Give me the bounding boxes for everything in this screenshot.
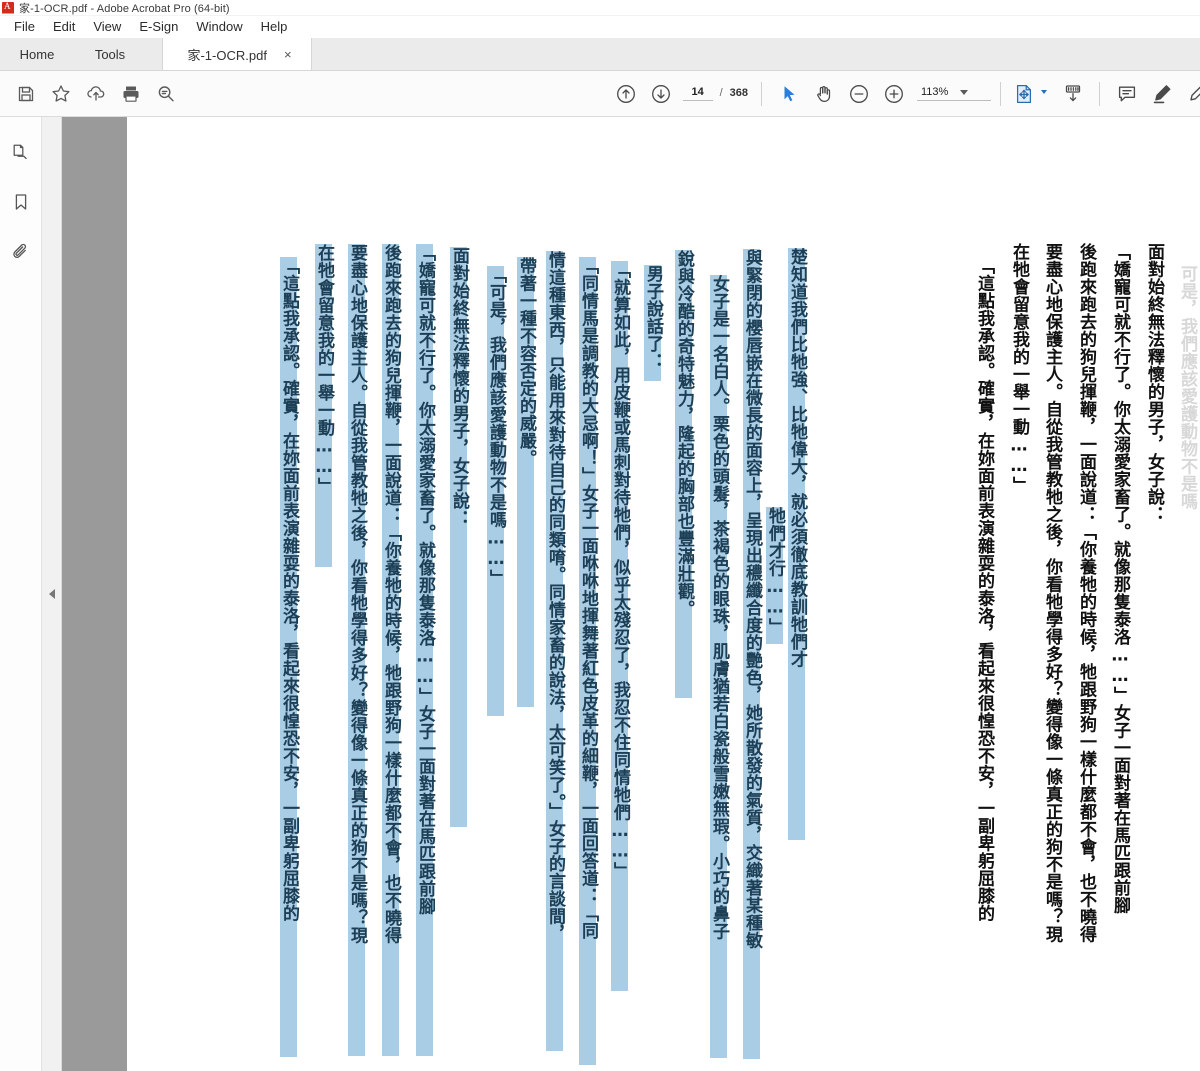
menu-window[interactable]: Window [187,18,251,35]
menu-help[interactable]: Help [252,18,297,35]
document-gray-margin [62,117,127,1071]
scanned-page-column: 「這點我承認。確實，在妳面前表演雜耍的泰洛，看起來很惶恐不安，一副卑躬屈膝的 [974,257,994,922]
ocr-text-column[interactable]: 在牠會留意我的一舉一動……」 [314,244,334,567]
ocr-text-column[interactable]: 後跑來跑去的狗兒揮鞭，一面說道：「你養牠的時候，牠跟野狗一樣什麼都不會，也不曉得 [381,244,401,1056]
search-button[interactable] [148,77,183,111]
tab-strip: Home Tools 家-1-OCR.pdf × [0,38,1200,71]
close-icon[interactable]: × [281,46,295,63]
sidebar-collapse-handle[interactable] [42,117,62,1071]
fit-page-button[interactable] [1010,77,1038,111]
save-button[interactable] [8,77,43,111]
page-current-input[interactable]: 14 [682,86,713,101]
cloud-upload-button[interactable] [78,77,113,111]
scanned-page-column: 後跑來跑去的狗兒揮鞭，一面說道：「你養牠的時候，牠跟野狗一樣什麼都不會，也不曉得 [1076,243,1096,943]
ocr-text-column[interactable]: 「就算如此，用皮鞭或馬刺對待牠們，似乎太殘忍了，我忍不住同情牠們……」 [610,261,630,991]
menu-file[interactable]: File [5,18,44,35]
print-button[interactable] [113,77,148,111]
previous-page-button[interactable] [609,77,644,111]
ocr-text-column[interactable]: 楚知道我們比牠強、比牠偉大，就必須徹底教訓牠們才 [787,248,807,840]
tab-home[interactable]: Home [0,38,74,70]
window-title: 家-1-OCR.pdf - Adobe Acrobat Pro (64-bit) [19,2,230,15]
toolbar-divider-2 [1000,81,1001,106]
next-page-button[interactable] [644,77,679,111]
scanned-page-column: 要盡心地保護主人。自從我管教牠之後，你看牠學得多好？變得像一條真正的狗不是嗎？現 [1042,243,1062,943]
draw-button[interactable] [1179,77,1200,111]
ocr-text-column[interactable]: 「嬌寵可就不行了。你太溺愛家畜了。就像那隻泰洛……」女子一面對著在馬匹跟前腳 [415,244,435,1056]
title-bar: 家-1-OCR.pdf - Adobe Acrobat Pro (64-bit) [0,0,1200,16]
zoom-out-button[interactable] [841,77,876,111]
page-thumbnails-icon[interactable] [6,137,36,167]
document-viewport[interactable]: 楚知道我們比牠強、比牠偉大，就必須徹底教訓牠們才 牠們才行……」 與緊閉的櫻唇嵌… [62,117,1200,1071]
acrobat-logo-icon [2,1,14,14]
ocr-text-column[interactable]: 「可是，我們應該愛護動物不是嗎……」 [486,266,506,716]
ocr-text-column[interactable]: 與緊閉的櫻唇嵌在微長的面容上，呈現出穠纖合度的艷色，她所散發的氣質，交織著某種敏 [742,249,762,1059]
ocr-text-column[interactable]: 「同情馬是調教的大忌啊！」女子一面咻咻地揮舞著紅色皮革的細鞭，一面回答道：「同 [578,257,598,1065]
scanned-page-column: 在牠會留意我的一舉一動……」 [1009,243,1029,494]
tab-document[interactable]: 家-1-OCR.pdf × [162,38,312,70]
pdf-page-14[interactable]: 楚知道我們比牠強、比牠偉大，就必須徹底教訓牠們才 牠們才行……」 與緊閉的櫻唇嵌… [127,117,1200,1071]
toolbar-divider-1 [761,81,762,106]
zoom-level-field[interactable]: 113% [917,86,991,101]
collapse-left-arrow-icon[interactable] [48,589,55,599]
page-total-label: 368 [729,87,748,99]
menu-view[interactable]: View [84,18,130,35]
zoom-in-button[interactable] [876,77,911,111]
bookmark-icon[interactable] [6,187,36,217]
ocr-text-column[interactable]: 情這種東西，只能用來對待自己的同類唷。同情家畜的說法，太可笑了。」女子的言談間， [545,251,565,1051]
scroll-to-page-button[interactable] [1055,77,1090,111]
menu-bar: File Edit View E-Sign Window Help [0,16,1200,36]
select-tool-button[interactable] [771,77,806,111]
menu-edit[interactable]: Edit [44,18,84,35]
ocr-text-column[interactable]: 面對始終無法釋懷的男子，女子說： [449,247,469,827]
ocr-text-column[interactable]: 男子說話了： [643,265,663,381]
highlight-text-button[interactable] [1144,77,1179,111]
fit-page-dropdown-icon[interactable] [1041,90,1047,94]
page-separator: / [719,87,723,99]
scanned-page-column: 「嬌寵可就不行了。你太溺愛家畜了。就像那隻泰洛……」女子一面對著在馬匹跟前腳 [1110,243,1130,914]
ocr-text-column[interactable]: 銳與冷酷的奇特魅力，隆起的胸部也豐滿壯觀。 [674,250,694,698]
attachments-paperclip-icon[interactable] [6,237,36,267]
hand-tool-button[interactable] [806,77,841,111]
scanned-page-column: 面對始終無法釋懷的男子，女子說： [1144,243,1164,523]
ocr-text-column[interactable]: 「這點我承認。確實，在妳面前表演雜耍的泰洛，看起來很惶恐不安，一副卑躬屈膝的 [279,257,299,1057]
zoom-level-value: 113% [921,86,949,98]
page-number-field[interactable]: 14 / 368 [679,86,752,101]
toolbar-divider-3 [1099,81,1100,106]
add-comment-button[interactable] [1109,77,1144,111]
tab-document-label: 家-1-OCR.pdf [187,47,267,63]
acrobat-window: 家-1-OCR.pdf - Adobe Acrobat Pro (64-bit)… [0,0,1200,1071]
ocr-text-column[interactable]: 牠們才行……」 [765,507,785,644]
add-to-favorites-button[interactable] [43,77,78,111]
left-navigation-rail [0,117,42,1071]
menu-esign[interactable]: E-Sign [130,18,187,35]
ocr-text-column[interactable]: 女子是一名白人。栗色的頭髮，茶褐色的眼珠，肌膚猶若白瓷般雪嫩無瑕。小巧的鼻子 [709,275,729,1058]
scanned-page-faint-column: 可是，我們應該愛護動物不是嗎 [1177,265,1197,510]
ocr-text-column[interactable]: 帶著一種不容否定的威嚴。 [516,257,536,707]
tab-tools[interactable]: Tools [74,38,146,70]
chevron-down-icon[interactable] [960,90,969,95]
ocr-text-column[interactable]: 要盡心地保護主人。自從我管教牠之後，你看牠學得多好？變得像一條真正的狗不是嗎？現 [347,244,367,1056]
toolbar: 14 / 368 113% [0,71,1200,117]
